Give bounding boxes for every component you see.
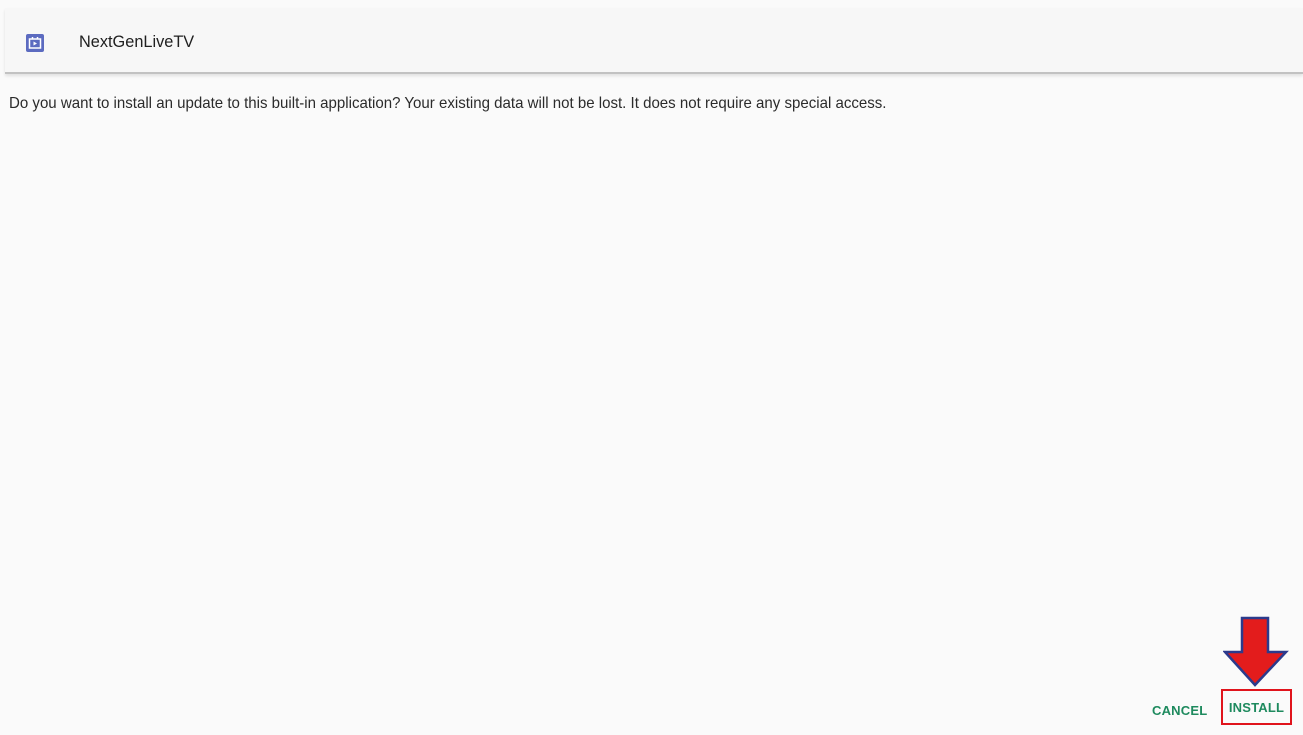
app-title: NextGenLiveTV xyxy=(79,32,195,51)
install-message: Do you want to install an update to this… xyxy=(9,95,887,112)
cancel-button[interactable]: CANCEL xyxy=(1152,703,1207,718)
install-button[interactable]: INSTALL xyxy=(1221,689,1292,725)
dialog-header: NextGenLiveTV xyxy=(5,8,1303,74)
install-dialog-screen: NextGenLiveTV Do you want to install an … xyxy=(0,0,1303,735)
tv-app-icon xyxy=(26,34,44,52)
install-button-label: INSTALL xyxy=(1228,699,1285,715)
down-arrow-icon xyxy=(1223,616,1289,687)
